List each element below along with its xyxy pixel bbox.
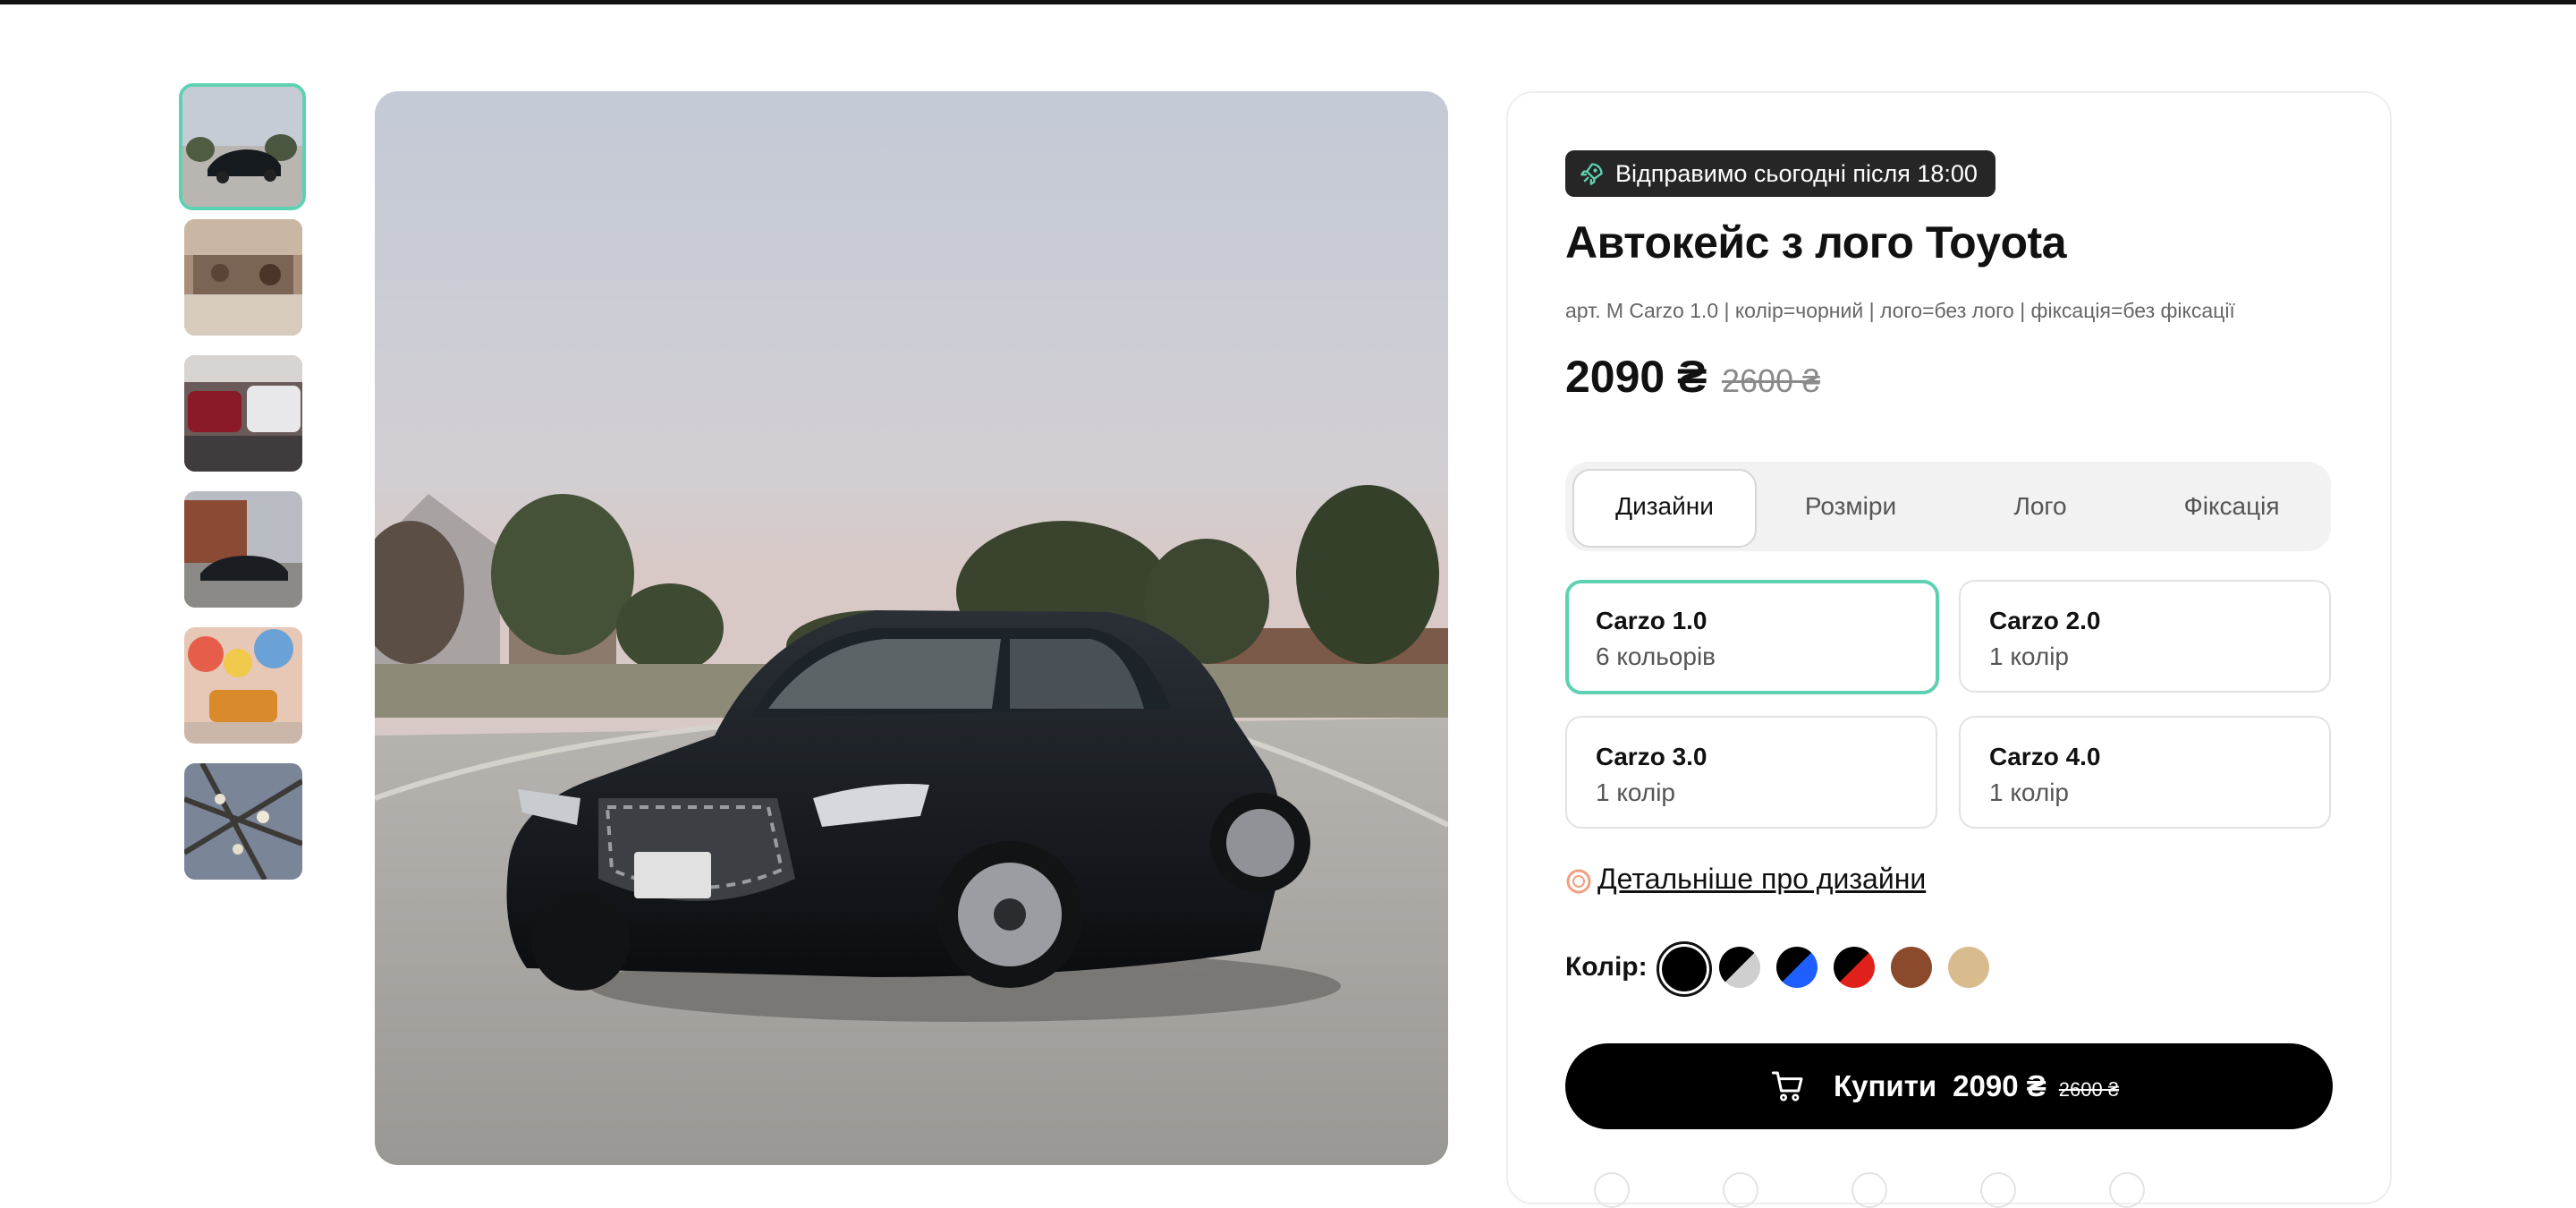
top-border [0, 0, 2576, 4]
design-option-colors: 1 колір [1596, 778, 1676, 806]
design-option-carzo-3[interactable]: Carzo 3.0 1 колір [1565, 716, 1937, 829]
design-option-colors: 1 колір [1989, 642, 2070, 670]
payment-icon [2109, 1172, 2145, 1208]
buy-price: 2090 ₴ [1953, 1069, 2046, 1102]
info-ring-icon [1566, 869, 1591, 894]
shipping-badge-text: Відправимо сьогодні після 18:00 [1615, 160, 1978, 187]
payment-icon [1852, 1172, 1887, 1208]
design-option-carzo-4[interactable]: Carzo 4.0 1 колір [1959, 716, 2331, 829]
buy-button[interactable]: Купити 2090 ₴ 2600 ₴ [1565, 1043, 2333, 1129]
tab-logo[interactable]: Лого [1950, 469, 2131, 544]
payment-icon [1723, 1172, 1758, 1208]
current-price: 2090 ₴ [1565, 352, 1707, 402]
tab-sizes[interactable]: Розміри [1760, 469, 1941, 544]
tab-fixation[interactable]: Фіксація [2140, 469, 2324, 544]
design-option-name: Carzo 1.0 [1596, 607, 1707, 634]
main-product-photo [375, 91, 1448, 1165]
thumbnail-car-by-house[interactable] [184, 491, 302, 608]
color-swatch-brown[interactable] [1891, 947, 1932, 988]
thumbnail-toy-van[interactable] [184, 627, 302, 744]
design-option-name: Carzo 4.0 [1989, 743, 2101, 770]
payment-icon [1980, 1172, 2016, 1208]
color-swatch-black-blue[interactable] [1776, 947, 1818, 988]
tab-designs[interactable]: Дизайни [1572, 469, 1757, 548]
rocket-icon [1580, 163, 1603, 185]
payment-icon [1594, 1172, 1630, 1208]
thumbnail-parking-lot[interactable] [184, 355, 302, 472]
buy-old-price: 2600 ₴ [2058, 1078, 2120, 1101]
product-title: Автокейс з лого Toyota [1565, 217, 2067, 268]
color-label: Колір: [1565, 952, 1648, 982]
color-swatch-black-red[interactable] [1834, 947, 1875, 988]
product-sku: арт. M Carzo 1.0 | колір=чорний | лого=б… [1565, 299, 2235, 322]
product-card: Відправимо сьогодні після 18:00 Автокейс… [1506, 91, 2392, 1208]
price-row: 2090 ₴ 2600 ₴ [1565, 351, 1820, 403]
old-price: 2600 ₴ [1721, 362, 1821, 399]
design-option-colors: 6 кольорів [1596, 642, 1716, 670]
design-option-name: Carzo 3.0 [1596, 743, 1707, 770]
design-option-carzo-2[interactable]: Carzo 2.0 1 колір [1959, 580, 2331, 693]
option-tabs: Дизайни Розміри Лого Фіксація [1565, 462, 2331, 551]
shipping-badge: Відправимо сьогодні після 18:00 [1565, 150, 1996, 197]
design-option-name: Carzo 2.0 [1989, 607, 2101, 634]
design-option-carzo-1[interactable]: Carzo 1.0 6 кольорів [1565, 580, 1939, 694]
cart-icon [1771, 1071, 1803, 1102]
thumbnail-tree-branches[interactable] [184, 763, 302, 880]
thumbnail-showroom[interactable] [184, 219, 302, 336]
thumbnail-car-on-road[interactable] [179, 83, 306, 210]
designs-info-link[interactable]: Детальніше про дизайни [1597, 863, 1926, 895]
color-swatch-black[interactable] [1657, 941, 1712, 997]
buy-label: Купити [1834, 1069, 1937, 1102]
design-option-colors: 1 колір [1989, 778, 2070, 806]
color-swatch-beige[interactable] [1948, 947, 1989, 988]
designs-info-row: Детальніше про дизайни [1565, 863, 1926, 896]
color-swatch-black-grey[interactable] [1719, 947, 1760, 988]
buy-button-text: Купити 2090 ₴ 2600 ₴ [1834, 1043, 2119, 1133]
